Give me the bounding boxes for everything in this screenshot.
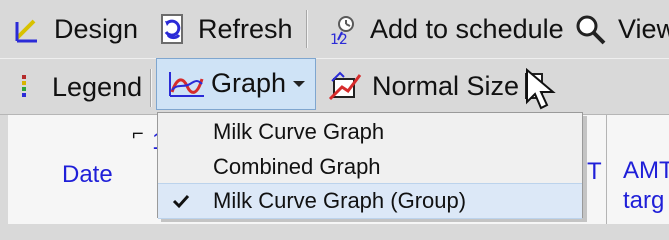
design-icon	[12, 12, 46, 46]
partial-header-2: T	[587, 158, 602, 185]
chevron-down-icon	[293, 81, 305, 87]
menu-item-label: Milk Curve Graph (Group)	[213, 188, 467, 213]
date-header-label: Date	[62, 161, 113, 188]
top-toolbar: Design Refresh 12	[0, 0, 669, 58]
normal-size-label: Normal Size	[372, 70, 520, 101]
amt-header-label: AMT	[623, 157, 669, 184]
sort-arrow-icon: ⌐	[132, 123, 144, 145]
menu-item-label: Milk Curve Graph	[213, 119, 385, 144]
normal-size-icon	[326, 69, 364, 103]
add-to-schedule-button[interactable]: 12 Add to schedule	[326, 0, 564, 58]
toolbar-separator	[306, 10, 307, 48]
menu-item-milk-curve-graph-group[interactable]: Milk Curve Graph (Group)	[158, 183, 582, 219]
cursor-icon	[525, 67, 559, 117]
date-column-header[interactable]: Date ⌐ 1	[8, 115, 169, 224]
menu-item-milk-curve-graph[interactable]: Milk Curve Graph	[158, 115, 582, 149]
design-label: Design	[54, 13, 139, 44]
target-header-label: targ	[623, 187, 665, 214]
legend-label: Legend	[52, 71, 143, 102]
graph-icon	[167, 69, 207, 104]
amt-column-header[interactable]: AMT targ	[607, 115, 669, 224]
refresh-label: Refresh	[198, 13, 293, 44]
legend-icon	[16, 71, 44, 103]
legend-button[interactable]: Legend	[16, 59, 142, 115]
view-icon	[572, 12, 610, 46]
design-button[interactable]: Design	[12, 0, 138, 58]
graph-dropdown-button[interactable]: Graph	[156, 58, 316, 110]
view-label: View	[618, 13, 669, 44]
graph-dropdown-menu: Milk Curve Graph Combined Graph Milk Cur…	[157, 112, 583, 219]
graph-label: Graph	[211, 68, 287, 98]
add-to-schedule-label: Add to schedule	[370, 13, 564, 44]
toolbar-separator-2	[150, 69, 151, 107]
refresh-button[interactable]: Refresh	[156, 0, 293, 58]
app-window: Design Refresh 12	[0, 0, 669, 224]
menu-item-label: Combined Graph	[213, 154, 381, 179]
view-button[interactable]: View	[572, 0, 669, 58]
schedule-icon: 12	[326, 12, 362, 46]
refresh-icon	[156, 12, 190, 46]
normal-size-button[interactable]: Normal Size	[326, 58, 519, 114]
check-icon	[168, 188, 194, 214]
menu-item-combined-graph[interactable]: Combined Graph	[158, 150, 582, 184]
